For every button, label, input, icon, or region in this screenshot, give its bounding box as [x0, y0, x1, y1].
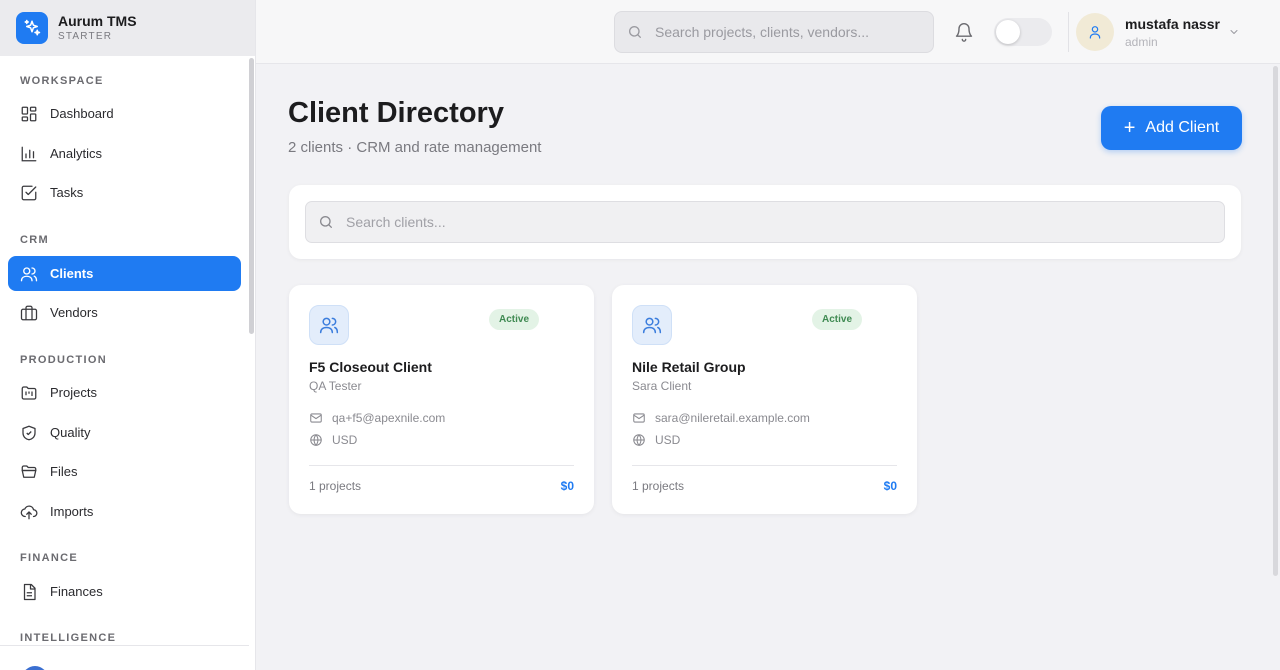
section-label-intelligence: INTELLIGENCE	[20, 632, 117, 644]
sidebar-footer	[0, 645, 249, 670]
sidebar-item-dashboard[interactable]: Dashboard	[8, 96, 241, 131]
chevron-down-icon[interactable]	[1228, 26, 1240, 38]
sidebar-item-label: Files	[50, 464, 78, 479]
user-icon	[1089, 26, 1101, 39]
sidebar-item-label: Projects	[50, 385, 97, 400]
filter-card	[289, 185, 1241, 259]
checkbox-icon	[21, 185, 37, 200]
bell-icon[interactable]	[954, 22, 974, 42]
brand-plan: STARTER	[58, 31, 113, 42]
add-client-label: Add Client	[1145, 119, 1220, 136]
theme-toggle[interactable]	[994, 18, 1052, 46]
divider	[632, 465, 897, 466]
section-label-crm: CRM	[20, 234, 49, 246]
client-search[interactable]	[305, 201, 1225, 243]
divider	[1068, 12, 1069, 52]
mail-icon	[310, 413, 322, 423]
client-projects: 1 projects	[632, 479, 685, 493]
client-contact: QA Tester	[309, 379, 362, 393]
sidebar-item-label: Imports	[50, 504, 94, 519]
sidebar-item-imports[interactable]: Imports	[8, 494, 241, 529]
client-projects: 1 projects	[309, 479, 362, 493]
brand-header[interactable]: Aurum TMS STARTER	[0, 0, 255, 56]
sidebar-item-files[interactable]: Files	[8, 454, 241, 489]
toggle-knob	[996, 20, 1020, 44]
sidebar-item-clients[interactable]: Clients	[8, 256, 241, 291]
folder-kanban-icon	[21, 385, 37, 400]
client-currency-row: USD	[632, 433, 680, 447]
client-email: sara@nileretail.example.com	[655, 411, 810, 425]
shield-icon	[22, 425, 36, 440]
upload-cloud-icon	[20, 504, 38, 519]
users-icon	[632, 305, 672, 345]
bar-chart-icon	[21, 146, 37, 161]
grid-icon	[21, 106, 37, 121]
section-label-workspace: WORKSPACE	[20, 75, 104, 87]
client-name[interactable]: F5 Closeout Client	[309, 359, 432, 375]
global-search[interactable]	[614, 11, 934, 53]
client-currency: USD	[655, 433, 681, 447]
sidebar-item-finances[interactable]: Finances	[8, 574, 241, 609]
globe-icon	[633, 434, 645, 447]
client-contact: Sara Client	[632, 379, 692, 393]
sidebar-scrollbar[interactable]	[249, 58, 254, 334]
status-badge: Active	[489, 309, 540, 330]
briefcase-icon	[20, 305, 38, 320]
sidebar-item-vendors[interactable]: Vendors	[8, 295, 241, 330]
sidebar-item-label: Finances	[50, 584, 103, 599]
sidebar: Aurum TMS STARTER WORKSPACE Dashboard An…	[0, 0, 256, 670]
divider	[309, 465, 574, 466]
section-label-finance: FINANCE	[20, 552, 78, 564]
user-avatar[interactable]	[1076, 13, 1114, 51]
search-icon	[320, 216, 332, 228]
sidebar-item-analytics[interactable]: Analytics	[8, 136, 241, 171]
add-client-button[interactable]: + Add Client	[1101, 106, 1242, 150]
client-email-row: sara@nileretail.example.com	[632, 411, 810, 425]
client-search-input[interactable]	[346, 214, 1206, 230]
page-subtitle: 2 clients · CRM and rate management	[288, 139, 542, 156]
folder-icon	[21, 464, 37, 478]
globe-icon	[310, 434, 322, 447]
client-amount: $0	[560, 479, 574, 493]
status-badge: Active	[812, 309, 863, 330]
sidebar-item-tasks[interactable]: Tasks	[8, 175, 241, 210]
client-amount: $0	[883, 479, 897, 493]
avatar[interactable]	[22, 666, 48, 670]
client-card[interactable]: Active F5 Closeout Client QA Tester qa+f…	[289, 285, 594, 514]
brand-name: Aurum TMS	[58, 13, 137, 29]
sidebar-item-label: Analytics	[50, 146, 103, 161]
users-icon	[20, 266, 38, 281]
section-label-production: PRODUCTION	[20, 354, 107, 366]
client-name[interactable]: Nile Retail Group	[632, 359, 746, 375]
users-icon	[309, 305, 349, 345]
global-search-input[interactable]	[655, 24, 915, 40]
client-currency: USD	[332, 433, 358, 447]
page-title: Client Directory	[288, 97, 504, 129]
page-scrollbar[interactable]	[1273, 66, 1278, 576]
user-name[interactable]: mustafa nassr	[1125, 16, 1220, 32]
plus-icon: +	[1123, 117, 1136, 139]
client-email: qa+f5@apexnile.com	[332, 411, 446, 425]
client-email-row: qa+f5@apexnile.com	[309, 411, 445, 425]
sidebar-item-quality[interactable]: Quality	[8, 415, 241, 450]
sidebar-item-label: Quality	[50, 425, 91, 440]
topbar: mustafa nassr admin	[256, 0, 1280, 64]
search-icon	[629, 26, 641, 38]
sparkles-icon	[16, 12, 48, 44]
document-icon	[23, 583, 36, 600]
user-role: admin	[1125, 35, 1158, 49]
sidebar-item-label: Vendors	[50, 305, 98, 320]
sidebar-item-label: Clients	[50, 266, 94, 281]
sidebar-item-label: Dashboard	[50, 106, 114, 121]
sidebar-item-label: Tasks	[50, 185, 84, 200]
mail-icon	[633, 413, 645, 423]
client-currency-row: USD	[309, 433, 357, 447]
client-card[interactable]: Active Nile Retail Group Sara Client sar…	[612, 285, 917, 514]
sidebar-item-projects[interactable]: Projects	[8, 375, 241, 410]
